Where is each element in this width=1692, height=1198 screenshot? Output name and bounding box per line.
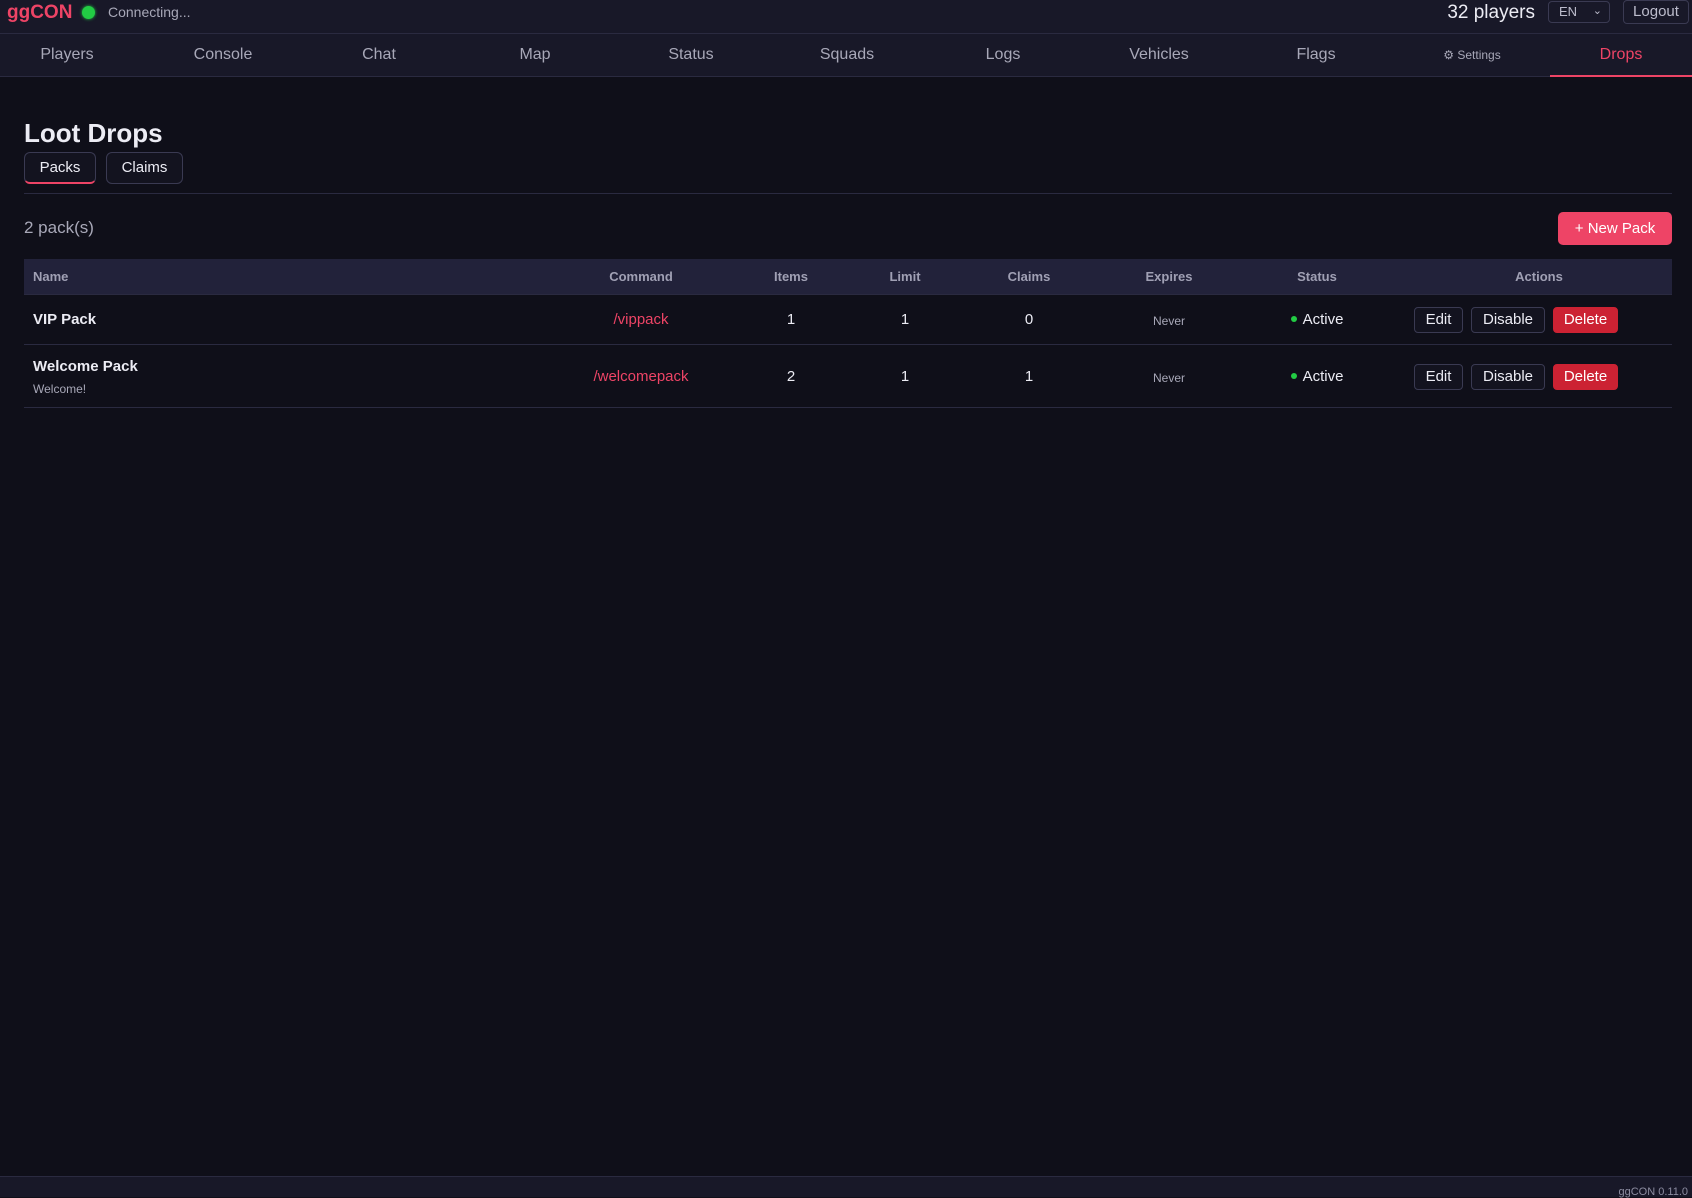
pack-name: VIP Pack	[33, 311, 97, 328]
status-badge: Active	[1267, 311, 1367, 328]
nav-tab-squads[interactable]: Squads	[787, 34, 907, 77]
active-status-icon	[1290, 373, 1297, 380]
pack-count: 2 pack(s)	[24, 218, 94, 237]
nav-tab-drops[interactable]: Drops	[1550, 34, 1692, 77]
nav-tab-map[interactable]: Map	[475, 34, 595, 77]
edit-button[interactable]: Edit	[1414, 307, 1463, 333]
pack-expires: Never	[1152, 371, 1185, 385]
footer: ggCON 0.11.0	[0, 1176, 1692, 1198]
pack-limit: 1	[900, 311, 910, 328]
nav-tab-settings[interactable]: ⚙ Settings	[1412, 34, 1532, 77]
table-row: Welcome Pack Welcome! /welcomepack 2 1 1…	[24, 345, 1672, 408]
disable-button[interactable]: Disable	[1471, 307, 1545, 333]
players-count: 32 players	[1447, 2, 1535, 23]
pack-items: 2	[786, 368, 796, 385]
pack-command: /vippack	[613, 311, 669, 328]
column-header-actions: Actions	[1515, 269, 1563, 284]
edit-button[interactable]: Edit	[1414, 364, 1463, 390]
chevron-down-icon: ⌄	[1592, 5, 1602, 17]
pack-claims: 0	[1024, 311, 1034, 328]
connection-status-text: Connecting...	[108, 4, 191, 20]
nav-tab-status[interactable]: Status	[631, 34, 751, 77]
language-select[interactable]: EN ⌄	[1548, 1, 1610, 23]
version-label: ggCON 0.11.0	[1618, 1186, 1688, 1198]
pack-command: /welcomepack	[593, 368, 689, 385]
nav-tab-flags[interactable]: Flags	[1256, 34, 1376, 77]
delete-button[interactable]: Delete	[1553, 307, 1618, 333]
column-header-command[interactable]: Command	[541, 259, 741, 295]
nav-tab-chat[interactable]: Chat	[319, 34, 439, 77]
column-header-items[interactable]: Items	[741, 259, 841, 295]
status-text: Active	[1302, 311, 1344, 328]
column-header-limit[interactable]: Limit	[855, 259, 955, 295]
subtab-packs[interactable]: Packs	[24, 152, 96, 184]
table-row: VIP Pack /vippack 1 1 0 Never Active Edi…	[24, 295, 1672, 345]
nav-tab-players[interactable]: Players	[7, 34, 127, 77]
app-logo: ggCON	[7, 2, 73, 23]
table-header: Name Command Items Limit Claims Expires …	[24, 259, 1672, 295]
language-select-value: EN	[1559, 4, 1578, 19]
status-text: Active	[1302, 368, 1344, 385]
page-title: Loot Drops	[24, 118, 163, 148]
new-pack-button[interactable]: + New Pack	[1558, 212, 1672, 245]
column-header-name[interactable]: Name	[33, 259, 68, 295]
pack-claims: 1	[1024, 368, 1034, 385]
subtab-claims[interactable]: Claims	[106, 152, 183, 184]
top-bar: ggCON Connecting... 32 players EN ⌄ Logo…	[0, 0, 1692, 34]
column-header-expires[interactable]: Expires	[1119, 259, 1219, 295]
pack-description: Welcome!	[33, 382, 87, 396]
pack-items: 1	[786, 311, 796, 328]
disable-button[interactable]: Disable	[1471, 364, 1545, 390]
packs-table: Name Command Items Limit Claims Expires …	[24, 259, 1672, 408]
nav-tab-console[interactable]: Console	[163, 34, 283, 77]
status-badge: Active	[1267, 368, 1367, 385]
column-header-status[interactable]: Status	[1267, 259, 1367, 295]
section-divider	[24, 193, 1672, 194]
pack-expires: Never	[1152, 314, 1185, 328]
nav-tab-vehicles[interactable]: Vehicles	[1099, 34, 1219, 77]
nav-tab-logs[interactable]: Logs	[943, 34, 1063, 77]
pack-name: Welcome Pack	[33, 358, 138, 375]
logout-button[interactable]: Logout	[1623, 0, 1689, 24]
connection-status-icon	[82, 6, 95, 19]
pack-limit: 1	[900, 368, 910, 385]
column-header-claims[interactable]: Claims	[979, 259, 1079, 295]
active-status-icon	[1290, 316, 1297, 323]
delete-button[interactable]: Delete	[1553, 364, 1618, 390]
main-nav: Players Console Chat Map Status Squads L…	[0, 34, 1692, 77]
